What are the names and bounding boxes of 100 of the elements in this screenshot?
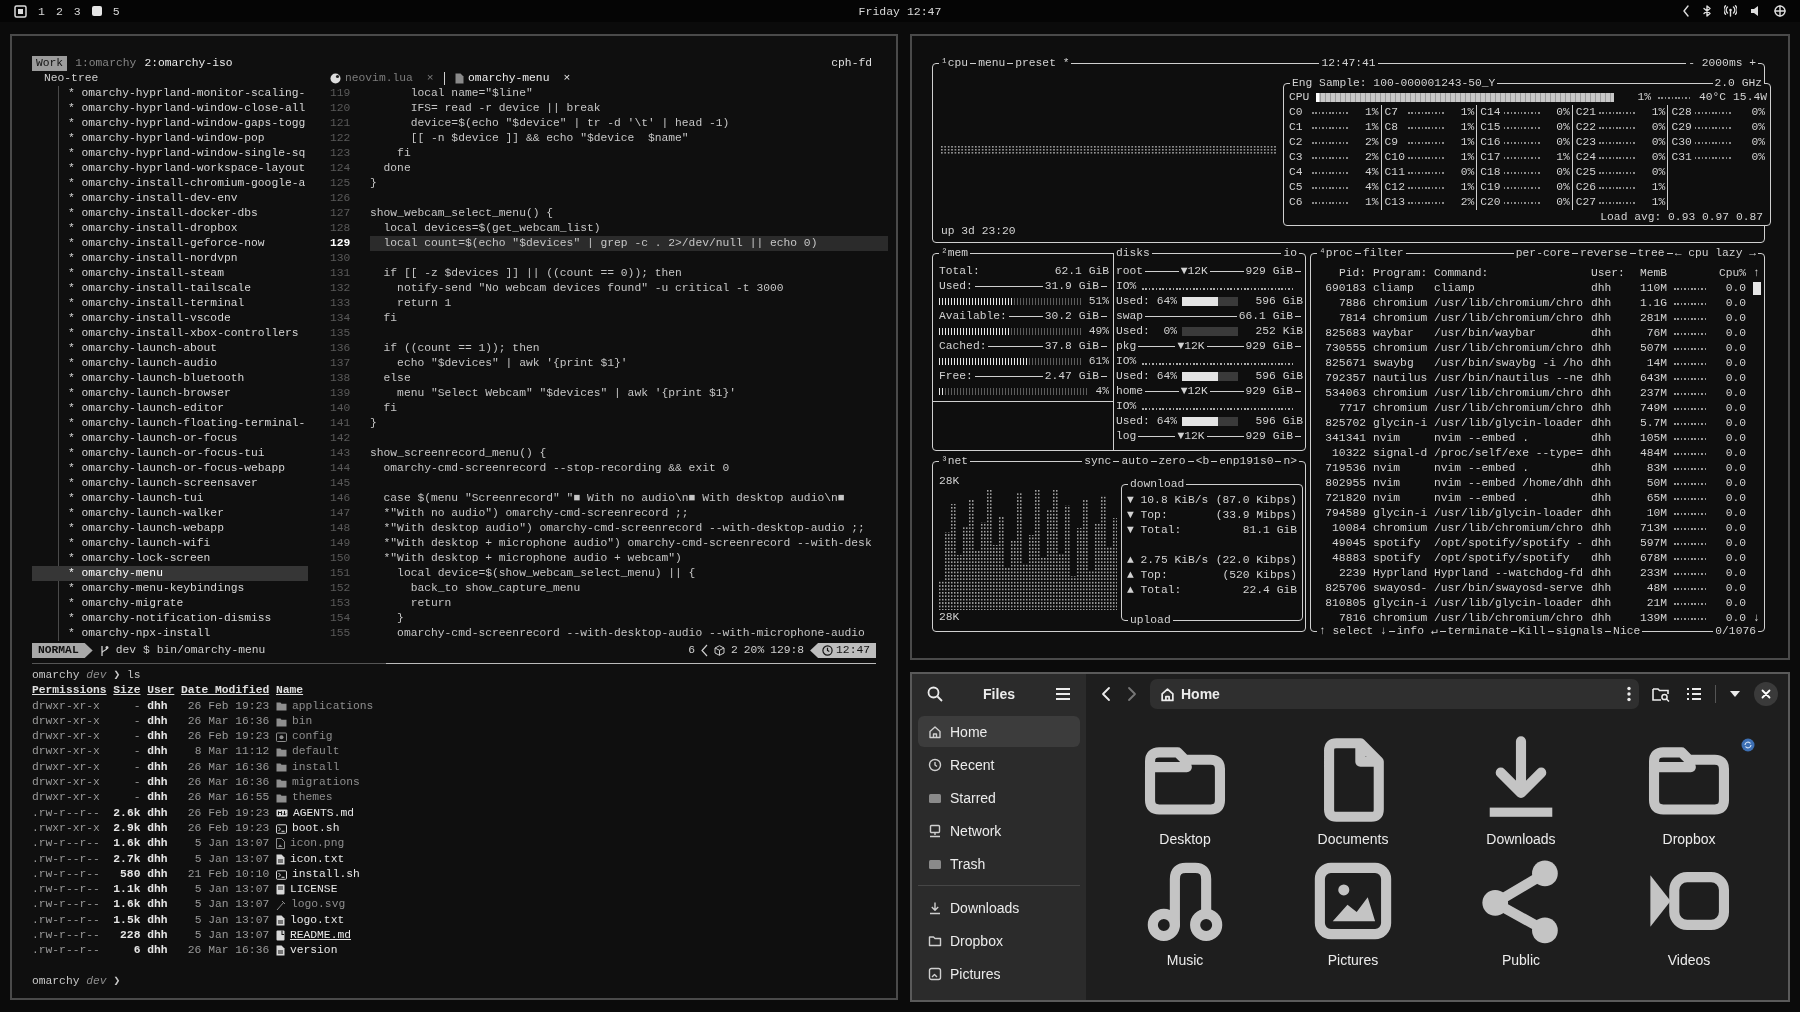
tree-item[interactable]: * omarchy-hyprland-window-gaps-togg [32, 116, 308, 131]
core-reading: 4% [1365, 165, 1379, 180]
close-button[interactable]: × [426, 71, 434, 86]
buffer-tab[interactable]: omarchy-menu × [453, 71, 573, 86]
bluetooth-icon[interactable] [1703, 5, 1711, 17]
tree-item[interactable]: * omarchy-menu [32, 566, 308, 581]
tree-item[interactable]: * omarchy-launch-or-focus [32, 431, 308, 446]
workspace-button[interactable]: 3 [73, 4, 81, 18]
tree-item[interactable]: * omarchy-install-nordvpn [32, 251, 308, 266]
workspace-button[interactable]: 2 [55, 4, 63, 18]
workspace-button[interactable]: 1 [38, 4, 45, 18]
tree-item[interactable]: * omarchy-install-steam [32, 266, 308, 281]
tree-item[interactable]: * omarchy-notification-dismiss [32, 611, 308, 626]
tree-item[interactable]: * omarchy-install-vscode [32, 311, 308, 326]
close-button[interactable]: × [563, 71, 571, 86]
sidebar-item[interactable]: Starred [918, 782, 1080, 813]
buffer-tab[interactable]: neovim.lua × [328, 71, 436, 86]
tree-item[interactable]: * omarchy-hyprland-workspace-layout [32, 161, 308, 176]
core-label: C11 [1384, 165, 1405, 180]
folder-button[interactable]: Documents [1269, 734, 1437, 847]
workspace-button[interactable] [91, 6, 102, 16]
tree-item[interactable]: * omarchy-launch-floating-terminal- [32, 416, 308, 431]
tree-item[interactable]: * omarchy-install-geforce-now [32, 236, 308, 251]
tree-item[interactable]: * omarchy-launch-audio [32, 356, 308, 371]
tree-item[interactable]: * omarchy-launch-browser [32, 386, 308, 401]
core-reading: 0% [1751, 135, 1765, 150]
folder-button[interactable]: Music [1101, 855, 1269, 968]
tmux-window-tab[interactable]: 2:omarchy-iso [144, 56, 233, 71]
tree-item[interactable]: * omarchy-menu-keybindings [32, 581, 308, 596]
code-line: omarchy-cmd-screenrecord --stop-recording && exit 0 [382, 462, 730, 474]
table-cell-text: 21M [1645, 596, 1667, 611]
globe-icon[interactable] [1774, 5, 1786, 17]
path-bar[interactable]: Home [1150, 679, 1639, 709]
tree-item[interactable]: * omarchy-launch-about [32, 341, 308, 356]
speaker-icon[interactable] [1750, 5, 1761, 17]
tree-item[interactable]: * omarchy-launch-bluetooth [32, 371, 308, 386]
tree-item[interactable]: * omarchy-install-chromium-google-a [32, 176, 308, 191]
tree-item[interactable]: * omarchy-npx-install [32, 626, 308, 641]
memory-percent: 4% [1095, 384, 1109, 399]
column-header: Name [275, 683, 305, 699]
sidebar-item[interactable]: Recent [918, 749, 1080, 780]
column-header: Cpu% [1717, 266, 1746, 281]
tree-item[interactable]: * omarchy-install-xbox-controllers [32, 326, 308, 341]
tree-item[interactable]: * omarchy-launch-walker [32, 506, 308, 521]
tree-item[interactable]: * omarchy-install-terminal [32, 296, 308, 311]
tree-item[interactable]: * omarchy-launch-tui [32, 491, 308, 506]
folder-button[interactable]: Desktop [1101, 734, 1269, 847]
tree-item[interactable]: * omarchy-install-docker-dbs [32, 206, 308, 221]
table-cell-text: dhh [1591, 491, 1613, 506]
sidebar-item[interactable]: Dropbox [918, 925, 1080, 956]
tree-item[interactable]: * omarchy-launch-wifi [32, 536, 308, 551]
close-button[interactable] [1754, 682, 1778, 706]
panel-tab[interactable]: ← cpu lazy → [1672, 246, 1758, 261]
tree-item[interactable]: * omarchy-launch-or-focus-tui [32, 446, 308, 461]
tree-item[interactable]: * omarchy-hyprland-window-close-all [32, 101, 308, 116]
folder-button[interactable]: Pictures [1269, 855, 1437, 968]
tree-item[interactable]: * omarchy-launch-editor [32, 401, 308, 416]
tree-item[interactable]: * omarchy-hyprland-monitor-scaling- [32, 86, 308, 101]
folder-button[interactable]: Dropbox [1605, 734, 1773, 847]
layout-icon[interactable] [14, 4, 27, 18]
permissions-cell-text: .rw-r--r-- [32, 805, 101, 821]
table-cell-text: dhh [1591, 506, 1613, 521]
scroll-arrow[interactable]: ↓ [1753, 611, 1761, 626]
tree-item[interactable]: * omarchy-hyprland-window-pop [32, 131, 308, 146]
antenna-icon[interactable] [1724, 5, 1737, 17]
sidebar-item[interactable]: Pictures [918, 958, 1080, 989]
workspace-button[interactable]: 5 [112, 4, 120, 18]
file-name: install.sh [291, 866, 360, 882]
table-cell-text: 50M [1645, 476, 1667, 491]
sidebar-item[interactable]: Home [918, 716, 1080, 747]
scroll-arrow[interactable]: ↑ [1753, 266, 1761, 281]
tree-item[interactable]: * omarchy-launch-screensaver [32, 476, 308, 491]
tree-item[interactable]: * omarchy-migrate [32, 596, 308, 611]
folder-button[interactable]: Public [1437, 855, 1605, 968]
tree-item[interactable]: * omarchy-launch-webapp [32, 521, 308, 536]
more-options-icon[interactable] [1627, 686, 1631, 702]
table-cell-text: 721820 [1324, 491, 1366, 506]
panel-tab[interactable]: ¹cpu [939, 56, 971, 71]
panel-tab[interactable]: signals [1553, 624, 1606, 639]
sidebar-item[interactable]: Downloads [918, 892, 1080, 923]
cpu-graph [1674, 422, 1707, 425]
folder-button[interactable]: Downloads [1437, 734, 1605, 847]
panel-tab[interactable]: enp191s0 [1217, 454, 1276, 469]
tree-item[interactable]: * omarchy-install-dropbox [32, 221, 308, 236]
search-icon [927, 686, 943, 702]
table-cell: Hyprland [1373, 566, 1427, 581]
sidebar-item[interactable]: Network [918, 815, 1080, 846]
core-reading: 0% [1556, 180, 1570, 195]
tmux-window-tab[interactable]: 1:omarchy [75, 56, 137, 71]
tree-item[interactable]: * omarchy-install-dev-env [32, 191, 308, 206]
panel-tab[interactable]: preset * [1013, 56, 1072, 71]
folder-button[interactable]: Videos [1605, 855, 1773, 968]
chevron-left-icon[interactable] [1682, 5, 1690, 17]
tree-item[interactable]: * omarchy-launch-or-focus-webapp [32, 461, 308, 476]
panel-tab[interactable]: ⁴proc [1317, 246, 1355, 261]
tree-item[interactable]: * omarchy-install-tailscale [32, 281, 308, 296]
sidebar-item[interactable]: Trash [918, 848, 1080, 879]
tree-item[interactable]: * omarchy-hyprland-window-single-sq [32, 146, 308, 161]
tree-item[interactable]: * omarchy-lock-screen [32, 551, 308, 566]
scrollbar-thumb[interactable] [1753, 282, 1761, 295]
